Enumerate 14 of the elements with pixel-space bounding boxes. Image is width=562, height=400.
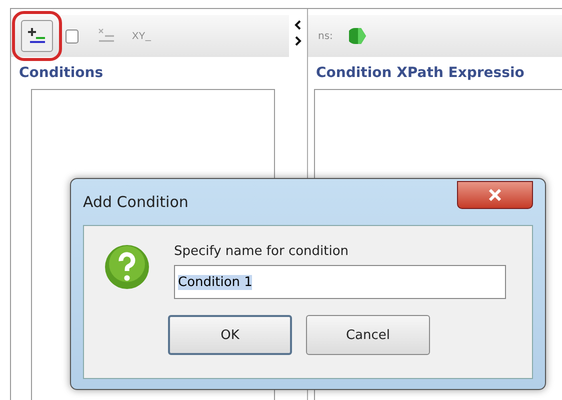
question-icon — [104, 244, 150, 290]
add-list-icon — [26, 26, 48, 46]
namespace-label: ns: — [318, 30, 333, 42]
ok-button[interactable]: OK — [168, 315, 292, 355]
remove-list-icon — [96, 27, 116, 45]
name-input[interactable]: Condition 1 — [174, 265, 506, 299]
collapse-arrows-icon[interactable] — [294, 19, 302, 47]
prompt-text: Specify name for condition — [174, 244, 350, 259]
cancel-button[interactable]: Cancel — [306, 315, 430, 355]
close-icon — [488, 189, 502, 201]
dialog-title: Add Condition — [83, 193, 188, 211]
panel-heading: Conditions — [18, 64, 104, 83]
close-button[interactable] — [457, 181, 533, 209]
panel-heading: Condition XPath Expressio — [315, 64, 526, 83]
